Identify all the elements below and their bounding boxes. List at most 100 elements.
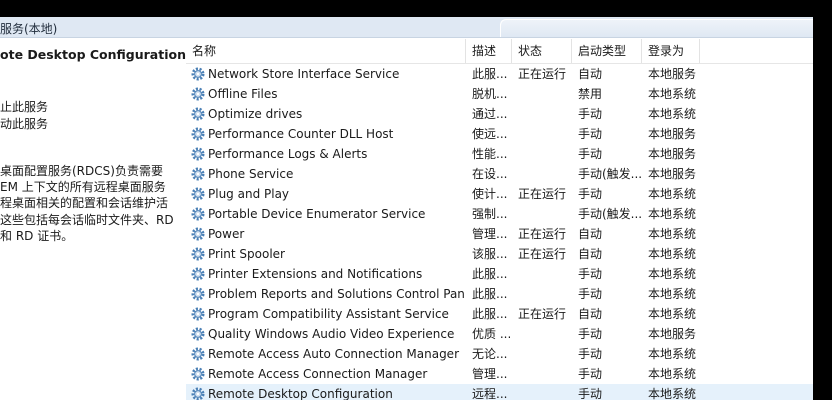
table-row[interactable]: Network Store Interface Service 此服... 正在运行…: [186, 64, 813, 84]
stop-service-link[interactable]: 止此服务: [0, 98, 48, 115]
service-description-cell: 此服...: [472, 307, 508, 321]
table-row[interactable]: Phone Service 在设... 手动(触发... 本地服务: [186, 164, 813, 184]
service-logon-as: 本地系统: [648, 287, 697, 301]
service-logon-as: 本地系统: [648, 387, 697, 400]
service-startup-type: 手动: [578, 367, 603, 381]
service-status: [518, 284, 576, 304]
window-title: 服务(本地): [0, 22, 58, 36]
service-name: Remote Access Connection Manager: [208, 367, 428, 381]
service-status: [518, 164, 576, 184]
column-header-startup-type[interactable]: 启动类型: [572, 39, 642, 63]
service-description-cell: 管理...: [472, 367, 508, 381]
service-startup-type: 手动: [578, 267, 603, 281]
selected-service-title: ote Desktop Configuration: [0, 47, 186, 62]
column-header-logon-as[interactable]: 登录为: [642, 39, 700, 63]
service-startup-type: 手动(触发...: [578, 167, 642, 181]
service-status: [518, 384, 576, 400]
table-row[interactable]: Remote Desktop Configuration 远程... 手动 本地系统: [186, 384, 813, 400]
service-name: Printer Extensions and Notifications: [208, 267, 423, 281]
table-row[interactable]: Remote Access Connection Manager 管理... 手动 本…: [186, 364, 813, 384]
service-description-cell: 使远...: [472, 127, 508, 141]
gear-icon: [191, 107, 205, 121]
service-description-cell: 通过...: [472, 107, 508, 121]
service-status: [518, 84, 576, 104]
service-description-cell: 优质 ...: [472, 327, 510, 341]
title-bar: 服务(本地): [0, 17, 813, 38]
title-bar-edge: [500, 19, 813, 37]
description-line: 程桌面相关的配置和会话维护活: [0, 196, 169, 211]
service-name: Portable Device Enumerator Service: [208, 207, 426, 221]
service-name: Phone Service: [208, 167, 294, 181]
service-startup-type: 手动: [578, 347, 603, 361]
table-row[interactable]: Problem Reports and Solutions Control Pa…: [186, 284, 813, 304]
service-logon-as: 本地系统: [648, 247, 697, 261]
table-row[interactable]: Offline Files 脱机... 禁用 本地系统: [186, 84, 813, 104]
table-row[interactable]: Plug and Play 使计... 正在运行 手动 本地系统: [186, 184, 813, 204]
gear-icon: [191, 67, 205, 81]
column-header-name[interactable]: 名称: [186, 39, 466, 63]
table-row[interactable]: Print Spooler 该服... 正在运行 自动 本地系统: [186, 244, 813, 264]
service-description-cell: 无论...: [472, 347, 508, 361]
gear-icon: [191, 127, 205, 141]
service-name: Optimize drives: [208, 107, 303, 121]
service-startup-type: 自动: [578, 67, 603, 81]
table-row[interactable]: Power 管理... 正在运行 自动 本地系统: [186, 224, 813, 244]
service-logon-as: 本地系统: [648, 367, 697, 381]
description-line: EM 上下文的所有远程桌面服务: [0, 180, 166, 195]
table-row[interactable]: Optimize drives 通过... 手动 本地系统: [186, 104, 813, 124]
table-row[interactable]: Remote Access Auto Connection Manager 无论.…: [186, 344, 813, 364]
service-startup-type: 手动: [578, 127, 603, 141]
service-logon-as: 本地服务: [648, 327, 697, 341]
service-description-cell: 在设...: [472, 167, 508, 181]
service-logon-as: 本地系统: [648, 107, 697, 121]
gear-icon: [191, 287, 205, 301]
service-startup-type: 手动: [578, 147, 603, 161]
service-startup-type: 手动: [578, 327, 603, 341]
service-status: 正在运行: [518, 247, 567, 261]
restart-service-link[interactable]: 动此服务: [0, 115, 48, 132]
table-row[interactable]: Performance Logs & Alerts 性能... 手动 本地服务: [186, 144, 813, 164]
service-name: Power: [208, 227, 245, 241]
gear-icon: [191, 387, 205, 400]
service-startup-type: 手动(触发...: [578, 207, 642, 221]
service-description: 桌面配置服务(RDCS)负责需要 EM 上下文的所有远程桌面服务 程桌面相关的配…: [0, 163, 186, 244]
table-row[interactable]: Portable Device Enumerator Service 强制... 手…: [186, 204, 813, 224]
service-status: 正在运行: [518, 227, 567, 241]
service-description-cell: 此服...: [472, 267, 508, 281]
service-logon-as: 本地服务: [648, 167, 697, 181]
service-name: Remote Desktop Configuration: [208, 387, 393, 400]
services-table-body: Network Store Interface Service 此服... 正在运行…: [186, 64, 813, 400]
service-startup-type: 禁用: [578, 87, 603, 101]
service-logon-as: 本地服务: [648, 147, 697, 161]
gear-icon: [191, 267, 205, 281]
column-header-description[interactable]: 描述: [466, 39, 512, 63]
service-description-cell: 脱机...: [472, 87, 508, 101]
table-row[interactable]: Quality Windows Audio Video Experience 优质…: [186, 324, 813, 344]
service-logon-as: 本地服务: [648, 127, 697, 141]
service-logon-as: 本地服务: [648, 67, 697, 81]
gear-icon: [191, 187, 205, 201]
service-name: Plug and Play: [208, 187, 290, 201]
gear-icon: [191, 147, 205, 161]
service-status: [518, 324, 576, 344]
gear-icon: [191, 87, 205, 101]
gear-icon: [191, 327, 205, 341]
services-window: 服务(本地) ote Desktop Configuration 止此服务 动此…: [0, 17, 813, 400]
gear-icon: [191, 247, 205, 261]
service-logon-as: 本地系统: [648, 347, 697, 361]
services-list-pane: ^ 名称 描述 状态 启动类型 登录为 Network Store Interf…: [186, 39, 813, 400]
table-row[interactable]: Program Compatibility Assistant Service 此…: [186, 304, 813, 324]
table-row[interactable]: Printer Extensions and Notifications 此服..…: [186, 264, 813, 284]
service-description-cell: 性能...: [472, 147, 508, 161]
service-name: Problem Reports and Solutions Control Pa…: [208, 287, 466, 301]
service-logon-as: 本地系统: [648, 307, 697, 321]
service-description-cell: 管理...: [472, 227, 508, 241]
service-name: Remote Access Auto Connection Manager: [208, 347, 459, 361]
table-row[interactable]: Performance Counter DLL Host 使远... 手动 本地服务: [186, 124, 813, 144]
service-startup-type: 自动: [578, 307, 603, 321]
gear-icon: [191, 307, 205, 321]
service-status: [518, 124, 576, 144]
column-header-status[interactable]: 状态: [512, 39, 572, 63]
service-name: Performance Counter DLL Host: [208, 127, 394, 141]
service-status: 正在运行: [518, 307, 567, 321]
